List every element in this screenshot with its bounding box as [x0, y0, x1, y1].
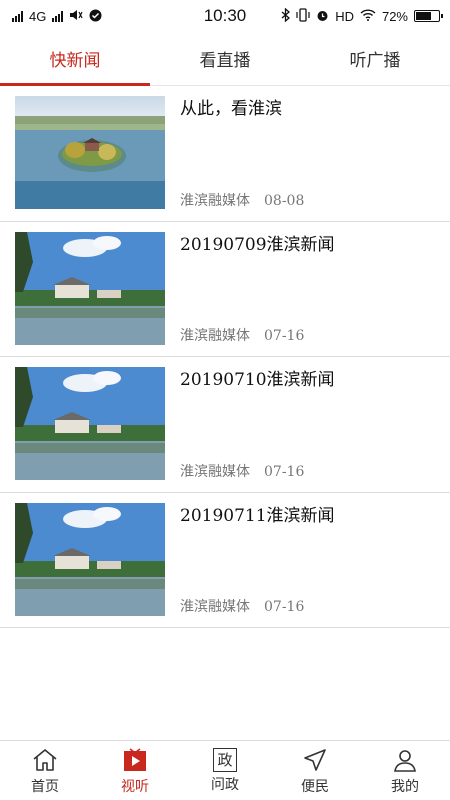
nav-home[interactable]: 首页 — [0, 741, 90, 800]
status-right: HD 72% — [281, 7, 443, 24]
user-icon — [391, 746, 419, 774]
politics-icon: 政 — [213, 747, 237, 772]
news-source: 淮滨融媒体 — [180, 599, 250, 615]
signal-icon — [12, 10, 23, 22]
wifi-icon — [360, 9, 376, 23]
news-title: 从此，看淮滨 — [180, 99, 282, 119]
nav-politics[interactable]: 政 问政 — [180, 741, 270, 800]
news-date: 08-08 — [264, 192, 305, 209]
check-circle-icon — [89, 9, 102, 24]
signal-icon-2 — [52, 10, 64, 22]
news-source: 淮滨融媒体 — [180, 192, 250, 209]
news-thumbnail — [15, 502, 165, 616]
news-source: 淮滨融媒体 — [180, 328, 250, 344]
news-source: 淮滨融媒体 — [180, 463, 250, 480]
tab-live[interactable]: 看直播 — [150, 32, 300, 85]
news-meta: 淮滨融媒体 07-16 — [180, 596, 435, 617]
list-item[interactable]: 20190709淮滨新闻 淮滨融媒体 07-16 — [0, 222, 450, 357]
news-thumbnail — [15, 96, 165, 209]
news-thumbnail — [15, 231, 165, 345]
nav-label-services: 便民 — [301, 778, 329, 795]
nav-label-profile: 我的 — [391, 778, 419, 795]
mute-icon — [69, 9, 83, 23]
nav-label-home: 首页 — [31, 778, 59, 795]
list-item[interactable]: 20190711淮滨新闻 淮滨融媒体 07-16 — [0, 493, 450, 628]
news-title: 20190709淮滨新闻 — [180, 234, 335, 255]
nav-services[interactable]: 便民 — [270, 741, 360, 800]
tab-kuai-news[interactable]: 快新闻 — [0, 32, 150, 86]
news-meta: 淮滨融媒体 07-16 — [180, 461, 435, 482]
news-title: 20190710淮滨新闻 — [180, 370, 335, 390]
news-title: 20190711淮滨新闻 — [180, 505, 335, 526]
battery-percent: 72% — [381, 8, 408, 24]
news-date: 07-16 — [264, 328, 305, 344]
battery-fill — [416, 12, 432, 20]
alarm-icon — [316, 9, 329, 24]
top-tabs: 快新闻 看直播 听广播 — [0, 32, 450, 86]
list-item[interactable]: 20190710淮滨新闻 淮滨融媒体 07-16 — [0, 357, 450, 493]
news-meta: 淮滨融媒体 08-08 — [180, 190, 435, 211]
news-info: 从此，看淮滨 淮滨融媒体 08-08 — [165, 96, 435, 211]
list-item[interactable]: 从此，看淮滨 淮滨融媒体 08-08 — [0, 86, 450, 222]
status-left: 4G — [12, 9, 102, 24]
politics-icon-glyph: 政 — [217, 751, 233, 769]
status-bar: 4G 10:30 HD 72% — [0, 0, 450, 32]
nav-label-video: 视听 — [121, 778, 149, 795]
home-icon — [31, 746, 59, 774]
news-date: 07-16 — [264, 599, 305, 615]
hd-label: HD — [335, 8, 354, 24]
nav-video[interactable]: 视听 — [90, 741, 180, 800]
network-type: 4G — [29, 8, 47, 24]
news-thumbnail — [15, 367, 165, 480]
send-icon — [301, 746, 329, 774]
nav-label-politics: 问政 — [211, 776, 239, 793]
bottom-nav: 首页 视听 政 问政 便民 我的 — [0, 740, 450, 800]
news-info: 20190710淮滨新闻 淮滨融媒体 07-16 — [165, 367, 435, 482]
vibrate-icon — [296, 8, 310, 24]
news-list: 从此，看淮滨 淮滨融媒体 08-08 20190709淮滨新闻 淮滨融媒体 07-1… — [0, 86, 450, 628]
news-date: 07-16 — [264, 463, 305, 480]
tab-radio[interactable]: 听广播 — [300, 32, 450, 85]
news-info: 20190709淮滨新闻 淮滨融媒体 07-16 — [165, 232, 435, 347]
news-meta: 淮滨融媒体 07-16 — [180, 325, 435, 346]
news-info: 20190711淮滨新闻 淮滨融媒体 07-16 — [165, 503, 435, 618]
bluetooth-icon — [281, 7, 291, 24]
battery-icon — [414, 10, 443, 22]
nav-profile[interactable]: 我的 — [360, 741, 450, 800]
video-icon — [121, 746, 149, 774]
